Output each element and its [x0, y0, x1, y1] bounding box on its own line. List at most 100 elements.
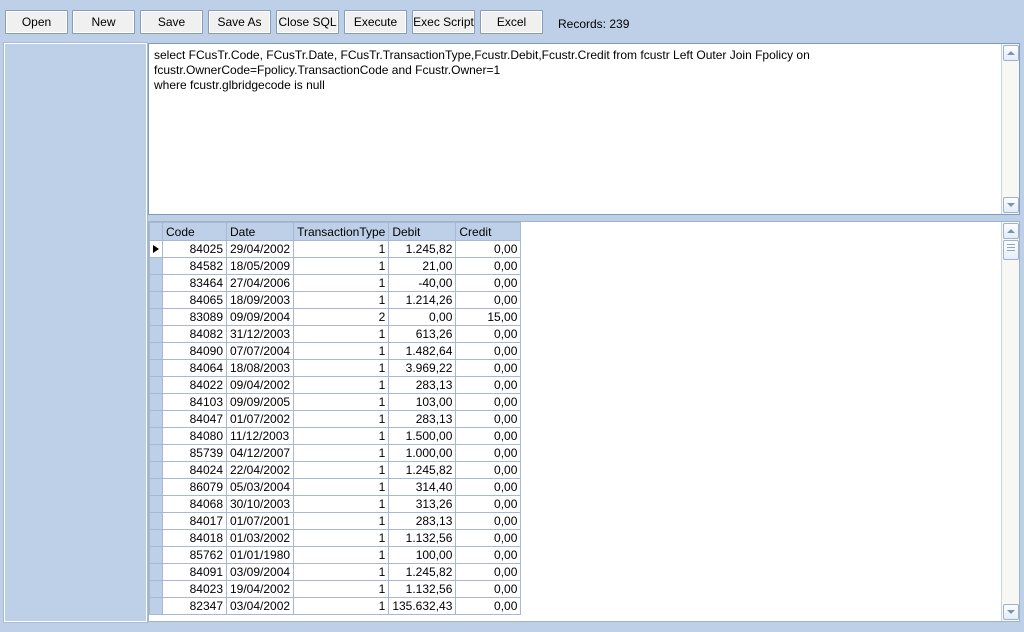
cell-date[interactable]: 11/12/2003 [225, 427, 295, 445]
cell-transactiontype[interactable]: 1 [293, 359, 390, 377]
table-row[interactable]: 84047 01/07/2002 1 283,13 0,00 [149, 410, 522, 428]
cell-transactiontype[interactable]: 1 [293, 597, 390, 615]
cell-date[interactable]: 09/04/2002 [225, 376, 295, 394]
cell-date[interactable]: 05/03/2004 [225, 478, 295, 496]
results-grid[interactable]: Code Date TransactionType Debit Credit 84025… [149, 222, 522, 615]
cell-credit[interactable]: 0,00 [455, 410, 522, 428]
cell-transactiontype[interactable]: 2 [293, 308, 390, 326]
cell-debit[interactable]: 1.132,56 [388, 529, 457, 547]
scroll-up-icon[interactable] [1003, 223, 1019, 239]
cell-transactiontype[interactable]: 1 [293, 257, 390, 275]
cell-transactiontype[interactable]: 1 [293, 240, 390, 258]
cell-debit[interactable]: 3.969,22 [388, 359, 457, 377]
cell-debit[interactable]: 283,13 [388, 512, 457, 530]
cell-debit[interactable]: -40,00 [388, 274, 457, 292]
cell-credit[interactable]: 0,00 [455, 563, 522, 581]
row-indicator[interactable] [149, 563, 163, 581]
cell-debit[interactable]: 1.245,82 [388, 240, 457, 258]
row-indicator[interactable] [149, 529, 163, 547]
cell-code[interactable]: 83464 [162, 274, 227, 292]
cell-credit[interactable]: 0,00 [455, 376, 522, 394]
cell-credit[interactable]: 0,00 [455, 274, 522, 292]
row-indicator[interactable] [149, 393, 163, 411]
grid-column-header-transactiontype[interactable]: TransactionType [293, 222, 390, 241]
cell-code[interactable]: 84025 [162, 240, 227, 258]
row-indicator[interactable] [149, 376, 163, 394]
row-indicator[interactable] [149, 291, 163, 309]
row-indicator[interactable] [149, 546, 163, 564]
cell-credit[interactable]: 0,00 [455, 597, 522, 615]
cell-transactiontype[interactable]: 1 [293, 325, 390, 343]
row-indicator[interactable] [149, 325, 163, 343]
grid-column-header-credit[interactable]: Credit [455, 222, 522, 241]
cell-date[interactable]: 30/10/2003 [225, 495, 295, 513]
cell-date[interactable]: 09/09/2004 [225, 308, 295, 326]
cell-transactiontype[interactable]: 1 [293, 461, 390, 479]
cell-debit[interactable]: 1.245,82 [388, 563, 457, 581]
cell-credit[interactable]: 0,00 [455, 325, 522, 343]
cell-transactiontype[interactable]: 1 [293, 495, 390, 513]
table-row[interactable]: 84022 09/04/2002 1 283,13 0,00 [149, 376, 522, 394]
cell-credit[interactable]: 0,00 [455, 461, 522, 479]
cell-transactiontype[interactable]: 1 [293, 546, 390, 564]
cell-date[interactable]: 09/09/2005 [225, 393, 295, 411]
cell-code[interactable]: 84024 [162, 461, 227, 479]
row-indicator[interactable] [149, 461, 163, 479]
table-row[interactable]: 84068 30/10/2003 1 313,26 0,00 [149, 495, 522, 513]
cell-date[interactable]: 03/09/2004 [225, 563, 295, 581]
row-indicator[interactable] [149, 597, 163, 615]
grid-column-header-date[interactable]: Date [225, 222, 295, 241]
cell-debit[interactable]: 283,13 [388, 410, 457, 428]
scroll-down-icon[interactable] [1003, 604, 1019, 620]
cell-debit[interactable]: 21,00 [388, 257, 457, 275]
cell-credit[interactable]: 0,00 [455, 529, 522, 547]
table-row[interactable]: 83464 27/04/2006 1 -40,00 0,00 [149, 274, 522, 292]
sql-editor-vertical-scrollbar[interactable] [1001, 44, 1019, 214]
cell-code[interactable]: 84017 [162, 512, 227, 530]
cell-debit[interactable]: 313,26 [388, 495, 457, 513]
cell-debit[interactable]: 103,00 [388, 393, 457, 411]
cell-debit[interactable]: 1.245,82 [388, 461, 457, 479]
table-row[interactable]: 83089 09/09/2004 2 0,00 15,00 [149, 308, 522, 326]
cell-credit[interactable]: 0,00 [455, 580, 522, 598]
cell-transactiontype[interactable]: 1 [293, 274, 390, 292]
table-row[interactable]: 84064 18/08/2003 1 3.969,22 0,00 [149, 359, 522, 377]
cell-credit[interactable]: 15,00 [455, 308, 522, 326]
cell-code[interactable]: 86079 [162, 478, 227, 496]
cell-code[interactable]: 84582 [162, 257, 227, 275]
cell-transactiontype[interactable]: 1 [293, 410, 390, 428]
cell-debit[interactable]: 135.632,43 [388, 597, 457, 615]
row-indicator[interactable] [149, 308, 163, 326]
cell-date[interactable]: 07/07/2004 [225, 342, 295, 360]
row-indicator[interactable] [149, 478, 163, 496]
cell-credit[interactable]: 0,00 [455, 257, 522, 275]
table-row[interactable]: 84025 29/04/2002 1 1.245,82 0,00 [149, 240, 522, 258]
excel-button[interactable]: Excel [480, 10, 543, 34]
cell-date[interactable]: 03/04/2002 [225, 597, 295, 615]
cell-code[interactable]: 84090 [162, 342, 227, 360]
cell-transactiontype[interactable]: 1 [293, 478, 390, 496]
row-indicator[interactable] [149, 359, 163, 377]
cell-code[interactable]: 83089 [162, 308, 227, 326]
cell-date[interactable]: 01/01/1980 [225, 546, 295, 564]
cell-transactiontype[interactable]: 1 [293, 291, 390, 309]
cell-credit[interactable]: 0,00 [455, 240, 522, 258]
cell-code[interactable]: 84064 [162, 359, 227, 377]
cell-debit[interactable]: 1.000,00 [388, 444, 457, 462]
table-row[interactable]: 84582 18/05/2009 1 21,00 0,00 [149, 257, 522, 275]
cell-code[interactable]: 84080 [162, 427, 227, 445]
cell-credit[interactable]: 0,00 [455, 478, 522, 496]
cell-code[interactable]: 82347 [162, 597, 227, 615]
cell-transactiontype[interactable]: 1 [293, 563, 390, 581]
row-indicator[interactable] [149, 257, 163, 275]
cell-code[interactable]: 84065 [162, 291, 227, 309]
cell-debit[interactable]: 1.214,26 [388, 291, 457, 309]
table-row[interactable]: 82347 03/04/2002 1 135.632,43 0,00 [149, 597, 522, 615]
cell-debit[interactable]: 0,00 [388, 308, 457, 326]
cell-transactiontype[interactable]: 1 [293, 393, 390, 411]
table-row[interactable]: 84103 09/09/2005 1 103,00 0,00 [149, 393, 522, 411]
grid-vertical-scrollbar[interactable] [1001, 222, 1019, 621]
table-row[interactable]: 84091 03/09/2004 1 1.245,82 0,00 [149, 563, 522, 581]
cell-credit[interactable]: 0,00 [455, 342, 522, 360]
row-indicator[interactable] [149, 444, 163, 462]
